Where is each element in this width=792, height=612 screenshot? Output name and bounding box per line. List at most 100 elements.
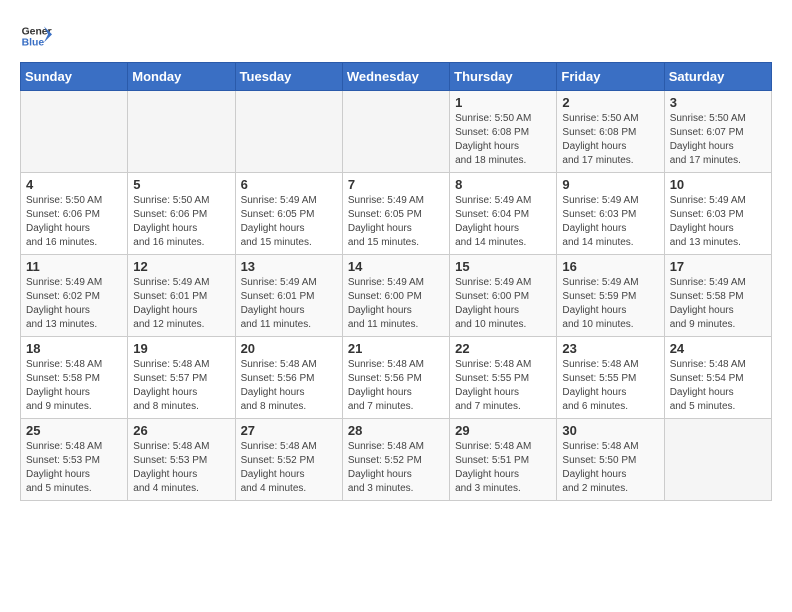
calendar-week-row: 1 Sunrise: 5:50 AMSunset: 6:08 PMDayligh…	[21, 91, 772, 173]
calendar-header-row: SundayMondayTuesdayWednesdayThursdayFrid…	[21, 63, 772, 91]
logo: General Blue	[20, 20, 52, 52]
calendar-cell	[235, 91, 342, 173]
day-number: 6	[241, 177, 337, 192]
calendar-cell	[342, 91, 449, 173]
calendar-cell: 13 Sunrise: 5:49 AMSunset: 6:01 PMDaylig…	[235, 255, 342, 337]
day-info: Sunrise: 5:48 AMSunset: 5:57 PMDaylight …	[133, 358, 229, 414]
column-header-wednesday: Wednesday	[342, 63, 449, 91]
day-number: 22	[455, 341, 551, 356]
calendar-cell: 30 Sunrise: 5:48 AMSunset: 5:50 PMDaylig…	[557, 419, 664, 501]
day-info: Sunrise: 5:48 AMSunset: 5:54 PMDaylight …	[670, 358, 766, 414]
calendar-cell: 12 Sunrise: 5:49 AMSunset: 6:01 PMDaylig…	[128, 255, 235, 337]
calendar-cell: 10 Sunrise: 5:49 AMSunset: 6:03 PMDaylig…	[664, 173, 771, 255]
day-number: 27	[241, 423, 337, 438]
day-info: Sunrise: 5:49 AMSunset: 6:04 PMDaylight …	[455, 194, 551, 250]
calendar-week-row: 18 Sunrise: 5:48 AMSunset: 5:58 PMDaylig…	[21, 337, 772, 419]
column-header-monday: Monday	[128, 63, 235, 91]
day-number: 12	[133, 259, 229, 274]
day-number: 9	[562, 177, 658, 192]
day-number: 23	[562, 341, 658, 356]
day-number: 13	[241, 259, 337, 274]
day-info: Sunrise: 5:49 AMSunset: 6:01 PMDaylight …	[133, 276, 229, 332]
day-info: Sunrise: 5:49 AMSunset: 6:00 PMDaylight …	[455, 276, 551, 332]
day-number: 4	[26, 177, 122, 192]
calendar-cell	[128, 91, 235, 173]
column-header-tuesday: Tuesday	[235, 63, 342, 91]
column-header-saturday: Saturday	[664, 63, 771, 91]
day-number: 2	[562, 95, 658, 110]
day-number: 14	[348, 259, 444, 274]
calendar-cell	[664, 419, 771, 501]
day-number: 5	[133, 177, 229, 192]
day-number: 17	[670, 259, 766, 274]
day-number: 29	[455, 423, 551, 438]
calendar-cell	[21, 91, 128, 173]
day-number: 28	[348, 423, 444, 438]
day-number: 18	[26, 341, 122, 356]
day-info: Sunrise: 5:48 AMSunset: 5:51 PMDaylight …	[455, 440, 551, 496]
calendar-cell: 25 Sunrise: 5:48 AMSunset: 5:53 PMDaylig…	[21, 419, 128, 501]
calendar-week-row: 25 Sunrise: 5:48 AMSunset: 5:53 PMDaylig…	[21, 419, 772, 501]
day-info: Sunrise: 5:49 AMSunset: 6:05 PMDaylight …	[348, 194, 444, 250]
day-number: 19	[133, 341, 229, 356]
calendar-cell: 9 Sunrise: 5:49 AMSunset: 6:03 PMDayligh…	[557, 173, 664, 255]
calendar-cell: 27 Sunrise: 5:48 AMSunset: 5:52 PMDaylig…	[235, 419, 342, 501]
day-number: 1	[455, 95, 551, 110]
day-info: Sunrise: 5:49 AMSunset: 5:59 PMDaylight …	[562, 276, 658, 332]
day-info: Sunrise: 5:49 AMSunset: 6:05 PMDaylight …	[241, 194, 337, 250]
calendar-cell: 15 Sunrise: 5:49 AMSunset: 6:00 PMDaylig…	[450, 255, 557, 337]
day-info: Sunrise: 5:48 AMSunset: 5:58 PMDaylight …	[26, 358, 122, 414]
day-info: Sunrise: 5:50 AMSunset: 6:06 PMDaylight …	[26, 194, 122, 250]
calendar-cell: 1 Sunrise: 5:50 AMSunset: 6:08 PMDayligh…	[450, 91, 557, 173]
day-info: Sunrise: 5:48 AMSunset: 5:52 PMDaylight …	[348, 440, 444, 496]
day-info: Sunrise: 5:49 AMSunset: 6:02 PMDaylight …	[26, 276, 122, 332]
calendar-table: SundayMondayTuesdayWednesdayThursdayFrid…	[20, 62, 772, 501]
day-info: Sunrise: 5:49 AMSunset: 6:03 PMDaylight …	[670, 194, 766, 250]
calendar-cell: 16 Sunrise: 5:49 AMSunset: 5:59 PMDaylig…	[557, 255, 664, 337]
day-number: 25	[26, 423, 122, 438]
calendar-cell: 22 Sunrise: 5:48 AMSunset: 5:55 PMDaylig…	[450, 337, 557, 419]
day-number: 24	[670, 341, 766, 356]
calendar-cell: 11 Sunrise: 5:49 AMSunset: 6:02 PMDaylig…	[21, 255, 128, 337]
day-info: Sunrise: 5:50 AMSunset: 6:06 PMDaylight …	[133, 194, 229, 250]
calendar-cell: 17 Sunrise: 5:49 AMSunset: 5:58 PMDaylig…	[664, 255, 771, 337]
day-number: 11	[26, 259, 122, 274]
page-header: General Blue	[20, 20, 772, 52]
day-info: Sunrise: 5:49 AMSunset: 6:03 PMDaylight …	[562, 194, 658, 250]
day-number: 15	[455, 259, 551, 274]
calendar-week-row: 4 Sunrise: 5:50 AMSunset: 6:06 PMDayligh…	[21, 173, 772, 255]
day-info: Sunrise: 5:49 AMSunset: 6:00 PMDaylight …	[348, 276, 444, 332]
svg-text:Blue: Blue	[22, 38, 45, 49]
day-info: Sunrise: 5:50 AMSunset: 6:08 PMDaylight …	[562, 112, 658, 168]
column-header-sunday: Sunday	[21, 63, 128, 91]
calendar-cell: 8 Sunrise: 5:49 AMSunset: 6:04 PMDayligh…	[450, 173, 557, 255]
day-info: Sunrise: 5:48 AMSunset: 5:55 PMDaylight …	[455, 358, 551, 414]
calendar-week-row: 11 Sunrise: 5:49 AMSunset: 6:02 PMDaylig…	[21, 255, 772, 337]
calendar-cell: 18 Sunrise: 5:48 AMSunset: 5:58 PMDaylig…	[21, 337, 128, 419]
day-number: 26	[133, 423, 229, 438]
calendar-cell: 23 Sunrise: 5:48 AMSunset: 5:55 PMDaylig…	[557, 337, 664, 419]
calendar-cell: 29 Sunrise: 5:48 AMSunset: 5:51 PMDaylig…	[450, 419, 557, 501]
logo-icon: General Blue	[20, 20, 52, 52]
day-number: 7	[348, 177, 444, 192]
day-number: 3	[670, 95, 766, 110]
calendar-cell: 14 Sunrise: 5:49 AMSunset: 6:00 PMDaylig…	[342, 255, 449, 337]
day-info: Sunrise: 5:48 AMSunset: 5:55 PMDaylight …	[562, 358, 658, 414]
calendar-cell: 24 Sunrise: 5:48 AMSunset: 5:54 PMDaylig…	[664, 337, 771, 419]
column-header-thursday: Thursday	[450, 63, 557, 91]
day-number: 21	[348, 341, 444, 356]
day-info: Sunrise: 5:49 AMSunset: 6:01 PMDaylight …	[241, 276, 337, 332]
day-info: Sunrise: 5:48 AMSunset: 5:53 PMDaylight …	[26, 440, 122, 496]
day-info: Sunrise: 5:48 AMSunset: 5:56 PMDaylight …	[348, 358, 444, 414]
day-number: 16	[562, 259, 658, 274]
day-number: 20	[241, 341, 337, 356]
calendar-cell: 19 Sunrise: 5:48 AMSunset: 5:57 PMDaylig…	[128, 337, 235, 419]
calendar-cell: 2 Sunrise: 5:50 AMSunset: 6:08 PMDayligh…	[557, 91, 664, 173]
day-info: Sunrise: 5:50 AMSunset: 6:07 PMDaylight …	[670, 112, 766, 168]
calendar-cell: 26 Sunrise: 5:48 AMSunset: 5:53 PMDaylig…	[128, 419, 235, 501]
day-number: 8	[455, 177, 551, 192]
day-info: Sunrise: 5:48 AMSunset: 5:50 PMDaylight …	[562, 440, 658, 496]
calendar-cell: 6 Sunrise: 5:49 AMSunset: 6:05 PMDayligh…	[235, 173, 342, 255]
day-info: Sunrise: 5:48 AMSunset: 5:53 PMDaylight …	[133, 440, 229, 496]
day-info: Sunrise: 5:48 AMSunset: 5:56 PMDaylight …	[241, 358, 337, 414]
